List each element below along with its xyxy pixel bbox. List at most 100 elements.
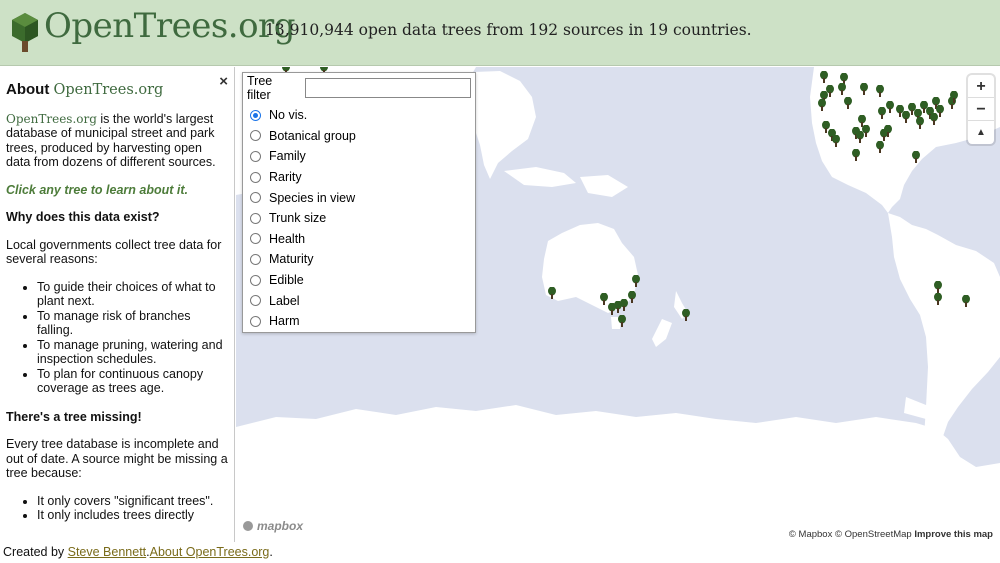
radio[interactable] [250, 171, 261, 183]
zoom-out-button[interactable]: − [968, 98, 994, 121]
list-item: It only covers "significant trees". [37, 494, 228, 509]
list-item: To guide their choices of what to plant … [37, 280, 228, 309]
author-link[interactable]: Steve Bennett [68, 545, 147, 559]
zoom-controls: + − ▲ [968, 75, 994, 144]
radio[interactable] [250, 274, 261, 286]
about-heading: About OpenTrees.org [6, 81, 228, 98]
footer-prefix: Created by [3, 545, 68, 559]
tree-marker[interactable] [820, 71, 828, 83]
mapbox-logo-icon [241, 519, 255, 533]
zoom-in-button[interactable]: + [968, 75, 994, 98]
improve-map-link[interactable]: Improve this map [914, 529, 993, 540]
tree-marker[interactable] [838, 83, 846, 95]
site-logo-text[interactable]: OpenTrees.org [44, 6, 296, 46]
tree-marker[interactable] [844, 97, 852, 109]
tree-marker[interactable] [860, 83, 868, 95]
tree-marker[interactable] [832, 135, 840, 147]
radio[interactable] [250, 315, 261, 327]
tree-marker[interactable] [632, 275, 640, 287]
intro-brand: OpenTrees.org [6, 111, 97, 126]
tree-marker[interactable] [962, 295, 970, 307]
list-item: To manage pruning, watering and inspecti… [37, 338, 228, 367]
compass-icon[interactable]: ▲ [968, 121, 994, 144]
radio[interactable] [250, 233, 261, 245]
tree-marker[interactable] [950, 91, 958, 103]
option-label: Botanical group [269, 128, 356, 143]
list-item: To manage risk of branches falling. [37, 309, 228, 338]
option-label: No vis. [269, 108, 308, 123]
option-label: Health [269, 231, 306, 246]
filter-option-no-vis[interactable]: No vis. [247, 105, 471, 126]
click-tree-hint: Click any tree to learn about it. [6, 182, 188, 197]
tree-marker[interactable] [916, 117, 924, 129]
tree-filter-panel: Tree filter No vis. Botanical group Fami… [242, 72, 476, 333]
option-label: Edible [269, 273, 304, 288]
tree-marker[interactable] [620, 299, 628, 311]
filter-option-family[interactable]: Family [247, 146, 471, 167]
radio[interactable] [250, 130, 261, 142]
tree-marker[interactable] [876, 85, 884, 97]
tree-marker[interactable] [934, 281, 942, 293]
filter-option-edible[interactable]: Edible [247, 270, 471, 291]
filter-option-health[interactable]: Health [247, 229, 471, 250]
tree-marker[interactable] [600, 293, 608, 305]
option-label: Rarity [269, 170, 302, 185]
why-text: Local governments collect tree data for … [6, 237, 222, 267]
missing-text: Every tree database is incomplete and ou… [6, 437, 228, 480]
about-prefix: About [6, 81, 54, 98]
filter-option-label[interactable]: Label [247, 290, 471, 311]
mapbox-logo[interactable]: mapbox [241, 519, 303, 533]
tree-marker[interactable] [862, 125, 870, 137]
mapbox-logo-text: mapbox [257, 519, 304, 533]
option-label: Label [269, 293, 300, 308]
option-label: Species in view [269, 190, 356, 205]
tree-marker[interactable] [884, 125, 892, 137]
tree-marker[interactable] [548, 287, 556, 299]
footer-suffix: . [269, 545, 273, 559]
list-item: It only includes trees directly [37, 508, 228, 523]
reasons-list: To guide their choices of what to plant … [37, 280, 228, 396]
radio[interactable] [250, 150, 261, 162]
radio[interactable] [250, 192, 261, 204]
filter-input[interactable] [304, 78, 471, 98]
tree-marker[interactable] [934, 293, 942, 305]
why-heading: Why does this data exist? [6, 210, 160, 224]
filter-option-harm[interactable]: Harm [247, 311, 471, 332]
radio[interactable] [250, 212, 261, 224]
list-item: To plan for continuous canopy coverage a… [37, 367, 228, 396]
map-attribution: © Mapbox © OpenStreetMap Improve this ma… [785, 528, 996, 541]
attribution-text[interactable]: © Mapbox © OpenStreetMap [789, 529, 912, 540]
tree-marker[interactable] [628, 291, 636, 303]
filter-header: Tree filter [247, 74, 471, 102]
tree-marker[interactable] [818, 99, 826, 111]
tree-count-tagline: 13,910,944 open data trees from 192 sour… [265, 21, 752, 39]
filter-option-species-in-view[interactable]: Species in view [247, 187, 471, 208]
intro-paragraph: OpenTrees.org is the world's largest dat… [6, 112, 228, 170]
option-label: Maturity [269, 252, 314, 267]
close-icon[interactable]: × [219, 74, 228, 90]
tree-marker[interactable] [886, 101, 894, 113]
about-brand: OpenTrees.org [53, 82, 164, 98]
missing-reasons-list: It only covers "significant trees". It o… [37, 494, 228, 523]
tree-marker[interactable] [930, 113, 938, 125]
filter-option-botanical-group[interactable]: Botanical group [247, 126, 471, 147]
radio[interactable] [250, 295, 261, 307]
tree-marker[interactable] [852, 149, 860, 161]
about-sidebar: × About OpenTrees.org OpenTrees.org is t… [0, 67, 235, 542]
tree-marker[interactable] [618, 315, 626, 327]
header: OpenTrees.org 13,910,944 open data trees… [0, 0, 1000, 66]
filter-option-maturity[interactable]: Maturity [247, 249, 471, 270]
filter-option-trunk-size[interactable]: Trunk size [247, 208, 471, 229]
tree-logo-icon [12, 13, 38, 52]
tree-marker[interactable] [682, 309, 690, 321]
filter-label: Tree filter [247, 74, 273, 102]
option-label: Family [269, 149, 306, 164]
tree-marker[interactable] [876, 141, 884, 153]
about-link[interactable]: About OpenTrees.org [150, 545, 270, 559]
tree-marker[interactable] [912, 151, 920, 163]
filter-option-rarity[interactable]: Rarity [247, 167, 471, 188]
option-label: Harm [269, 314, 300, 329]
radio[interactable] [250, 253, 261, 265]
tree-marker[interactable] [878, 107, 886, 119]
radio-selected[interactable] [250, 109, 261, 121]
